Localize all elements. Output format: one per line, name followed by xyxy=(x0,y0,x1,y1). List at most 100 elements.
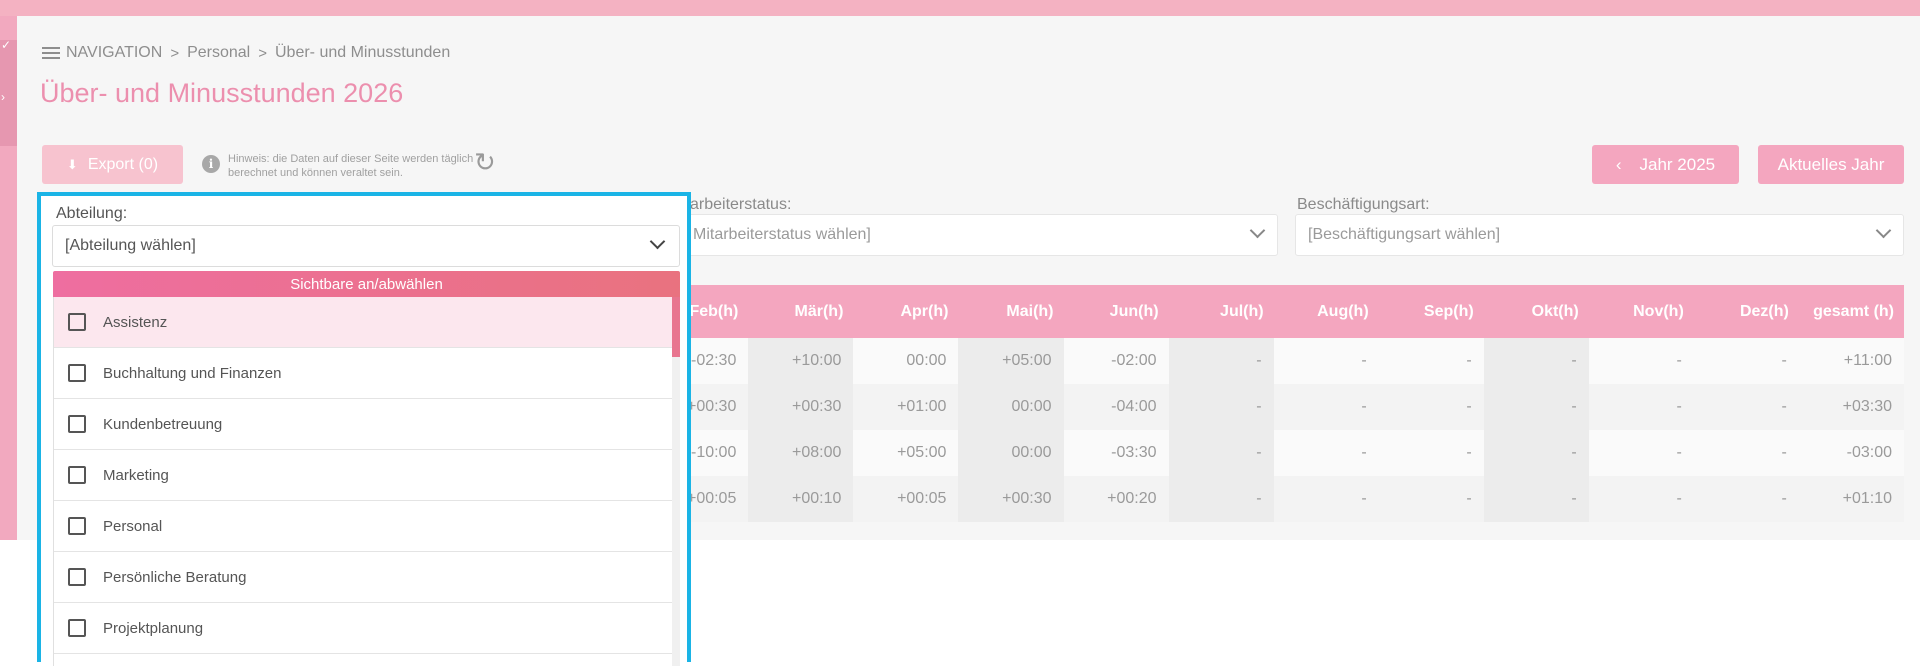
table-cell: - xyxy=(1378,338,1484,384)
breadcrumb: NAVIGATION > Personal > Über- und Minuss… xyxy=(42,42,450,64)
table-cell: - xyxy=(1693,430,1799,476)
dropdown-option[interactable]: Persönliche Beratung xyxy=(54,552,679,603)
dropdown-option[interactable]: Projektplanung xyxy=(54,603,679,654)
table-cell: +05:00 xyxy=(958,338,1064,384)
table-cell: 00:00 xyxy=(958,430,1064,476)
menu-icon[interactable] xyxy=(42,47,60,59)
previous-year-button[interactable]: ‹ Jahr 2025 xyxy=(1592,145,1739,184)
checkbox[interactable] xyxy=(68,364,86,382)
option-label: Kundenbetreuung xyxy=(103,415,223,433)
department-placeholder: [Abteilung wählen] xyxy=(65,237,196,254)
table-cell: -03:00 xyxy=(1798,430,1904,476)
table-cell: +11:00 xyxy=(1798,338,1904,384)
chevron-left-icon: ‹ xyxy=(1615,154,1622,174)
chevron-down-icon xyxy=(1249,222,1266,239)
table-header-cell[interactable]: Dez(h) xyxy=(1693,285,1799,338)
department-select[interactable]: [Abteilung wählen] xyxy=(52,225,680,267)
dropdown-option[interactable]: Buchhaltung und Finanzen xyxy=(54,348,679,399)
toggle-visible-button[interactable]: Sichtbare an/abwählen xyxy=(53,271,680,297)
table-cell: - xyxy=(1483,476,1589,522)
employment-type-select[interactable]: [Beschäftigungsart wählen] xyxy=(1295,214,1904,256)
dropdown-option[interactable]: Assistenz xyxy=(54,297,679,348)
current-year-button[interactable]: Aktuelles Jahr xyxy=(1758,145,1904,184)
table-cell: - xyxy=(1588,476,1694,522)
table-header-cell[interactable]: Aug(h) xyxy=(1273,285,1379,338)
refresh-icon[interactable]: ↻ xyxy=(474,150,496,176)
hint-text: Hinweis: die Daten auf dieser Seite werd… xyxy=(228,153,474,179)
table-cell: - xyxy=(1588,430,1694,476)
option-label: Personal xyxy=(103,517,163,535)
sidebar-arrow-icon[interactable]: › xyxy=(1,90,5,104)
employment-type-label: Beschäftigungsart: xyxy=(1297,196,1430,213)
left-sidebar: ✓ › xyxy=(0,16,17,540)
checkbox[interactable] xyxy=(68,619,86,637)
table-header-cell[interactable]: Jun(h) xyxy=(1063,285,1169,338)
table-cell: - xyxy=(1273,476,1379,522)
dropdown-scrollbar[interactable] xyxy=(672,297,680,666)
checkbox[interactable] xyxy=(68,517,86,535)
department-dropdown-panel: Abteilung: [Abteilung wählen] Sichtbare … xyxy=(37,192,691,666)
top-bar xyxy=(0,0,1920,16)
export-button[interactable]: ⬇ Export (0) xyxy=(42,145,183,184)
sidebar-check-icon[interactable]: ✓ xyxy=(1,38,11,52)
table-cell: - xyxy=(1588,338,1694,384)
department-options-list: Assistenz Buchhaltung und Finanzen Kundenb… xyxy=(53,297,680,666)
table-cell: +00:05 xyxy=(853,476,959,522)
table-header-cell[interactable]: Mär(h) xyxy=(748,285,854,338)
checkbox[interactable] xyxy=(68,415,86,433)
table-cell: - xyxy=(1693,384,1799,430)
table-cell: - xyxy=(1483,430,1589,476)
table-cell: -03:30 xyxy=(1063,430,1169,476)
table-cell: - xyxy=(1168,338,1274,384)
page-title: Über- und Minusstunden 2026 xyxy=(40,78,404,108)
table-cell: 00:00 xyxy=(853,338,959,384)
table-cell: +10:00 xyxy=(748,338,854,384)
table-cell: - xyxy=(1483,384,1589,430)
checkbox[interactable] xyxy=(68,466,86,484)
table-cell: - xyxy=(1273,384,1379,430)
table-cell: - xyxy=(1378,476,1484,522)
employee-status-placeholder: Mitarbeiterstatus wählen] xyxy=(693,226,871,243)
scrollbar-thumb[interactable] xyxy=(672,297,680,357)
chevron-down-icon xyxy=(1875,222,1892,239)
export-label: Export (0) xyxy=(87,155,159,173)
department-label: Abteilung: xyxy=(56,205,128,222)
table-cell: - xyxy=(1168,476,1274,522)
table-cell: +05:00 xyxy=(853,430,959,476)
dropdown-option[interactable]: Marketing xyxy=(54,450,679,501)
table-header-cell[interactable]: Nov(h) xyxy=(1588,285,1694,338)
checkbox[interactable] xyxy=(68,568,86,586)
table-cell: - xyxy=(1693,338,1799,384)
table-header-cell[interactable]: Jul(h) xyxy=(1168,285,1274,338)
table-cell: - xyxy=(1168,430,1274,476)
table-header-cell[interactable]: Okt(h) xyxy=(1483,285,1589,338)
option-label: Marketing xyxy=(103,466,169,484)
table-cell: - xyxy=(1588,384,1694,430)
data-hint: i Hinweis: die Daten auf dieser Seite we… xyxy=(202,152,478,180)
table-cell: - xyxy=(1378,430,1484,476)
chevron-down-icon xyxy=(649,233,666,250)
table-cell: - xyxy=(1483,338,1589,384)
dropdown-option[interactable]: Personal xyxy=(54,501,679,552)
employment-type-placeholder: [Beschäftigungsart wählen] xyxy=(1308,226,1501,243)
table-cell: -04:00 xyxy=(1063,384,1169,430)
breadcrumb-separator: > xyxy=(258,44,267,62)
table-cell: +01:10 xyxy=(1798,476,1904,522)
table-cell: +03:30 xyxy=(1798,384,1904,430)
table-cell: - xyxy=(1168,384,1274,430)
table-header-cell[interactable]: Mai(h) xyxy=(958,285,1064,338)
breadcrumb-root[interactable]: NAVIGATION xyxy=(66,44,162,62)
option-label: Buchhaltung und Finanzen xyxy=(103,364,282,382)
checkbox[interactable] xyxy=(68,313,86,331)
table-cell: +08:00 xyxy=(748,430,854,476)
table-cell: +00:30 xyxy=(748,384,854,430)
table-header-cell[interactable]: gesamt (h) xyxy=(1798,285,1904,338)
table-cell: +00:10 xyxy=(748,476,854,522)
employee-status-label: arbeiterstatus: xyxy=(690,196,792,213)
employee-status-select[interactable]: Mitarbeiterstatus wählen] xyxy=(680,214,1278,256)
breadcrumb-item-personal[interactable]: Personal xyxy=(187,44,250,62)
table-header-cell[interactable]: Sep(h) xyxy=(1378,285,1484,338)
dropdown-option[interactable]: Kundenbetreuung xyxy=(54,399,679,450)
table-header-cell[interactable]: Apr(h) xyxy=(853,285,959,338)
info-icon: i xyxy=(202,155,220,173)
